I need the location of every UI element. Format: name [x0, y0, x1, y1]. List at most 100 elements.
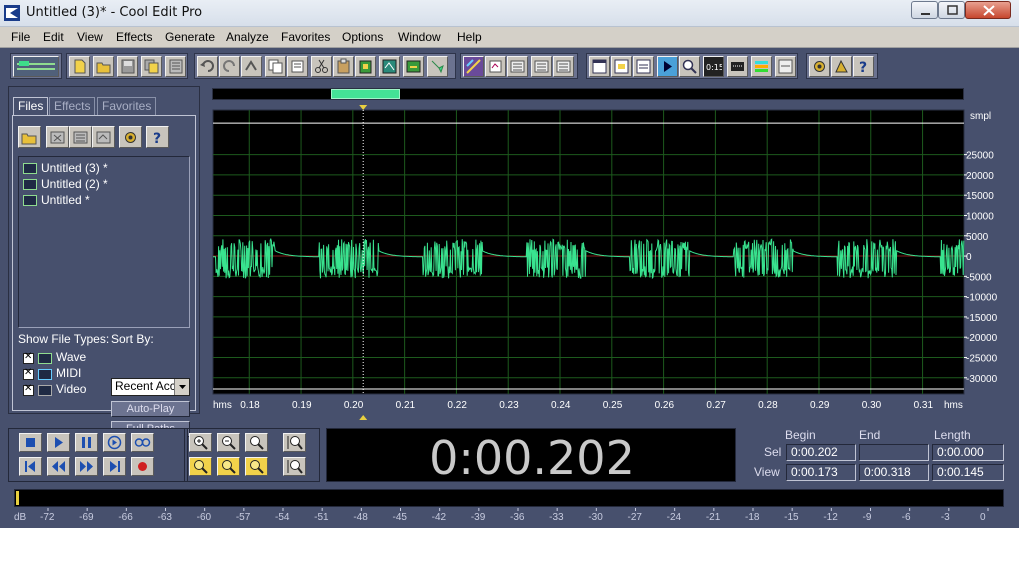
menu-effects[interactable]: Effects: [116, 30, 152, 44]
view-row-label: View: [754, 465, 780, 479]
mix-paste-button[interactable]: [379, 56, 400, 77]
zoom-in-button[interactable]: [189, 433, 212, 452]
sort-by-select[interactable]: Recent Acc: [111, 378, 190, 396]
crop-button[interactable]: [427, 56, 448, 77]
zoom-out-full-button[interactable]: [245, 433, 268, 452]
y-axis-unit: smpl: [970, 111, 991, 122]
time-display[interactable]: 0:00.202: [326, 428, 736, 485]
pause-icon: [82, 437, 91, 448]
rewind-button[interactable]: [47, 457, 70, 476]
spectral-view-button[interactable]: [463, 56, 484, 77]
organizer-window-button[interactable]: [589, 56, 610, 77]
level-meter[interactable]: dB -72 -69 -66 -63 -60 -57 -54 -51 -48 -45 -42 -39 -3…: [8, 487, 1011, 527]
save-button[interactable]: [117, 56, 138, 77]
time-window-button[interactable]: 0:15: [703, 56, 724, 77]
zoom-in-vertical-button[interactable]: [283, 433, 306, 452]
pause-button[interactable]: [75, 433, 98, 452]
zoom-window-button[interactable]: [679, 56, 700, 77]
menu-file[interactable]: File: [11, 30, 30, 44]
view-end-field[interactable]: 0:00.318: [859, 464, 929, 481]
menu-view[interactable]: View: [77, 30, 103, 44]
new-file-icon: [74, 59, 86, 74]
cut-button[interactable]: [311, 56, 332, 77]
batch-button[interactable]: [553, 56, 574, 77]
close-file-organizer-button[interactable]: [46, 126, 69, 148]
x-tick-label: 0.30: [862, 400, 882, 411]
waveform-editor[interactable]: smpl 25000 20000 15000 10000 5000 0 -5000 -10000…: [206, 84, 1019, 422]
edit-file-button[interactable]: [92, 126, 115, 148]
maximize-button[interactable]: [938, 1, 965, 19]
settings-button[interactable]: [809, 56, 830, 77]
save-all-button[interactable]: [141, 56, 162, 77]
auto-play-button[interactable]: Auto-Play: [111, 401, 190, 417]
paste-button[interactable]: [333, 56, 354, 77]
play-to-end-button[interactable]: [103, 433, 126, 452]
tab-favorites[interactable]: Favorites: [97, 97, 157, 115]
paste-new-button[interactable]: [355, 56, 376, 77]
tab-effects[interactable]: Effects: [49, 97, 96, 115]
undo-button[interactable]: [197, 56, 218, 77]
stop-button[interactable]: [19, 433, 42, 452]
play-button[interactable]: [47, 433, 70, 452]
cue-list-button[interactable]: [507, 56, 528, 77]
menu-window[interactable]: Window: [398, 30, 441, 44]
help-button[interactable]: ?: [853, 56, 874, 77]
sel-length-field[interactable]: 0:00.000: [932, 444, 1004, 461]
favorites-toolbar-button[interactable]: [831, 56, 852, 77]
cue-list-icon: [510, 60, 525, 73]
sel-end-field[interactable]: [859, 444, 929, 461]
y-tick-label: 15000: [966, 191, 994, 202]
zoom-out-vertical-button[interactable]: [283, 457, 306, 476]
tab-files[interactable]: Files: [13, 97, 49, 115]
view-begin-field[interactable]: 0:00.173: [786, 464, 856, 481]
menu-options[interactable]: Options: [342, 30, 383, 44]
sel-begin-field[interactable]: 0:00.202: [786, 444, 856, 461]
repeat-last-button[interactable]: [241, 56, 262, 77]
new-file-button[interactable]: [69, 56, 90, 77]
record-button[interactable]: [131, 457, 154, 476]
play-list-button[interactable]: [531, 56, 552, 77]
menu-help[interactable]: Help: [457, 30, 482, 44]
video-type-checkbox[interactable]: [23, 383, 34, 396]
snap-button[interactable]: [485, 56, 506, 77]
menu-favorites[interactable]: Favorites: [281, 30, 330, 44]
open-file-organizer-button[interactable]: [18, 126, 41, 148]
chevron-down-icon[interactable]: [174, 379, 189, 395]
scripts-window-button[interactable]: [633, 56, 654, 77]
open-file-button[interactable]: [93, 56, 114, 77]
view-length-field[interactable]: 0:00.145: [932, 464, 1004, 481]
menu-analyze[interactable]: Analyze: [226, 30, 269, 44]
zoom-selection-button[interactable]: [245, 457, 268, 476]
level-meter-window-button[interactable]: [751, 56, 772, 77]
go-to-end-button[interactable]: [103, 457, 126, 476]
wave-type-checkbox[interactable]: [23, 351, 34, 364]
organizer-settings-button[interactable]: [119, 126, 142, 148]
go-to-start-button[interactable]: [19, 457, 42, 476]
transport-window-button[interactable]: [657, 56, 678, 77]
menu-edit[interactable]: Edit: [43, 30, 64, 44]
organizer-help-button[interactable]: ?: [146, 126, 169, 148]
selection-window-button[interactable]: [727, 56, 748, 77]
trim-button[interactable]: [403, 56, 424, 77]
zoom-to-right-button[interactable]: [217, 457, 240, 476]
insert-into-multitrack-button[interactable]: [69, 126, 92, 148]
close-file-button[interactable]: [165, 56, 186, 77]
level-tick-label: -6: [902, 512, 911, 523]
close-button[interactable]: [965, 1, 1011, 19]
menu-generate[interactable]: Generate: [165, 30, 215, 44]
minimize-button[interactable]: [911, 1, 938, 19]
zoom-out-button[interactable]: [217, 433, 240, 452]
waveform-display[interactable]: smpl 25000 20000 15000 10000 5000 0 -5000 -10000…: [206, 84, 1019, 422]
copy-to-new-button[interactable]: [287, 56, 308, 77]
copy-button[interactable]: [265, 56, 286, 77]
redo-button[interactable]: [219, 56, 240, 77]
cd-player-window-button[interactable]: [775, 56, 796, 77]
zoom-to-left-button[interactable]: [189, 457, 212, 476]
waveform-multitrack-toggle-button[interactable]: [13, 56, 59, 77]
cool-edit-app-icon[interactable]: [4, 5, 20, 21]
loop-button[interactable]: [131, 433, 154, 452]
info-window-button[interactable]: [611, 56, 632, 77]
midi-type-checkbox[interactable]: [23, 367, 34, 380]
file-list[interactable]: Untitled (3) * Untitled (2) * Untitled *: [18, 156, 190, 328]
fast-forward-button[interactable]: [75, 457, 98, 476]
